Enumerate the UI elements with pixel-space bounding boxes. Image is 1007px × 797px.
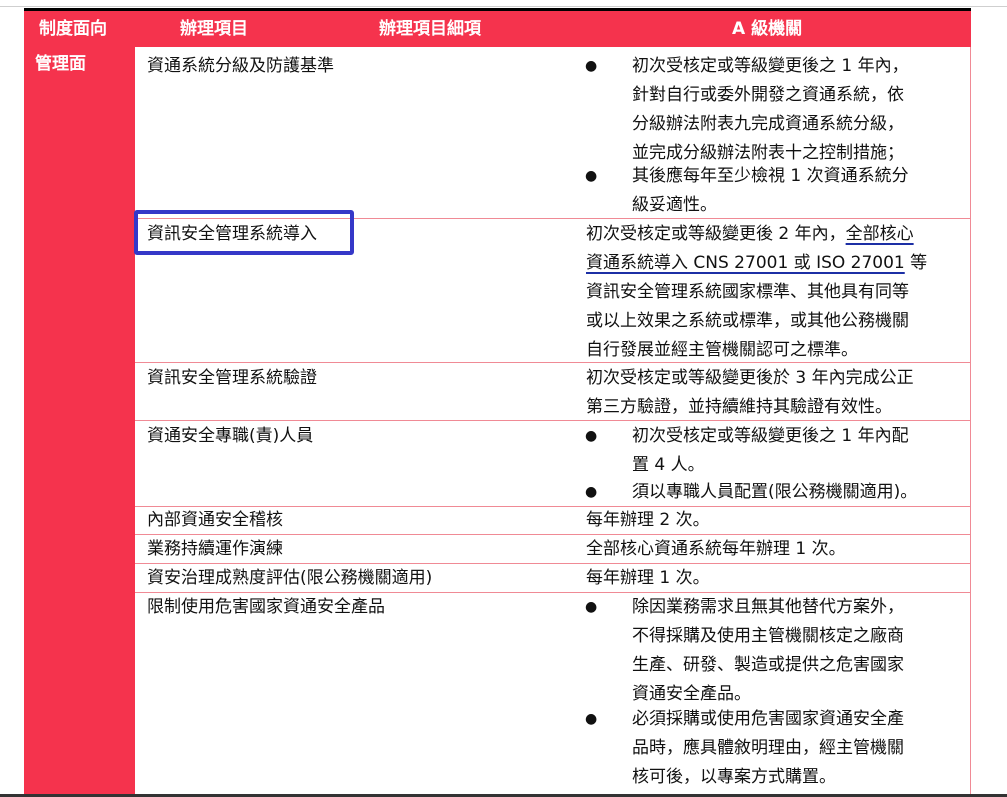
requirement-bullet: 除因業務需求且無其他替代方案外， 不得採購及使用主管機關核定之廠商 生產、研發、… — [632, 597, 904, 704]
bullet-icon: ● — [585, 484, 598, 500]
requirement-bullet: 須以專職人員配置(限公務機關適用)。 — [632, 482, 918, 502]
row-item-bcp-drill: 業務持續運作演練 — [147, 539, 283, 559]
bullet-icon: ● — [585, 428, 598, 444]
row-item-security-staff: 資通安全專職(責)人員 — [147, 426, 314, 446]
header-level: A 級機關 — [732, 19, 803, 39]
bullet-icon: ● — [585, 599, 598, 615]
requirement-bullet: 必須採購或使用危害國家資通安全產 品時，應具體敘明理由，經主管機關 核可後，以專… — [632, 709, 904, 787]
requirement-bullet: 其後應每年至少檢視 1 次資通系統分 級妥適性。 — [632, 166, 909, 215]
requirement-text: 初次受核定或等級變更後於 3 年內完成公正 第三方驗證，並持續維持其驗證有效性。 — [586, 368, 914, 417]
table-header: 制度面向 辦理項目 辦理項目細項 A 級機關 — [24, 11, 971, 47]
highlight-box — [134, 210, 354, 255]
aspect-column: 管理面 — [24, 47, 135, 797]
bullet-icon: ● — [585, 711, 598, 727]
requirement-text: 初次受核定或等級變更後 2 年內，全部核心 資通系統導入 CNS 27001 或… — [586, 224, 928, 360]
requirement-text: 全部核心資通系統每年辦理 1 次。 — [586, 539, 846, 559]
header-detail: 辦理項目細項 — [379, 19, 481, 39]
row-item-maturity-assessment: 資安治理成熟度評估(限公務機關適用) — [147, 568, 433, 588]
row-divider — [135, 420, 971, 421]
page-top-edge — [0, 0, 1007, 7]
requirement-text: 每年辦理 1 次。 — [586, 568, 710, 588]
row-divider — [135, 362, 971, 363]
row-item-internal-audit: 內部資通安全稽核 — [147, 510, 283, 530]
row-item-classification: 資通系統分級及防護基準 — [147, 56, 334, 76]
bullet-icon: ● — [585, 58, 598, 74]
table-right-border — [970, 47, 971, 797]
requirement-bullet: 初次受核定或等級變更後之 1 年內， 針對自行或委外開發之資通系統，依 分級辦法… — [632, 56, 909, 163]
header-item: 辦理項目 — [180, 19, 248, 39]
requirement-bullet: 初次受核定或等級變更後之 1 年內配 置 4 人。 — [632, 426, 909, 475]
header-aspect: 制度面向 — [39, 19, 107, 39]
requirement-text: 每年辦理 2 次。 — [586, 510, 710, 530]
row-item-restricted-products: 限制使用危害國家資通安全產品 — [147, 597, 385, 617]
aspect-label: 管理面 — [35, 54, 86, 74]
row-item-isms-certification: 資訊安全管理系統驗證 — [147, 368, 317, 388]
bullet-icon: ● — [585, 168, 598, 184]
